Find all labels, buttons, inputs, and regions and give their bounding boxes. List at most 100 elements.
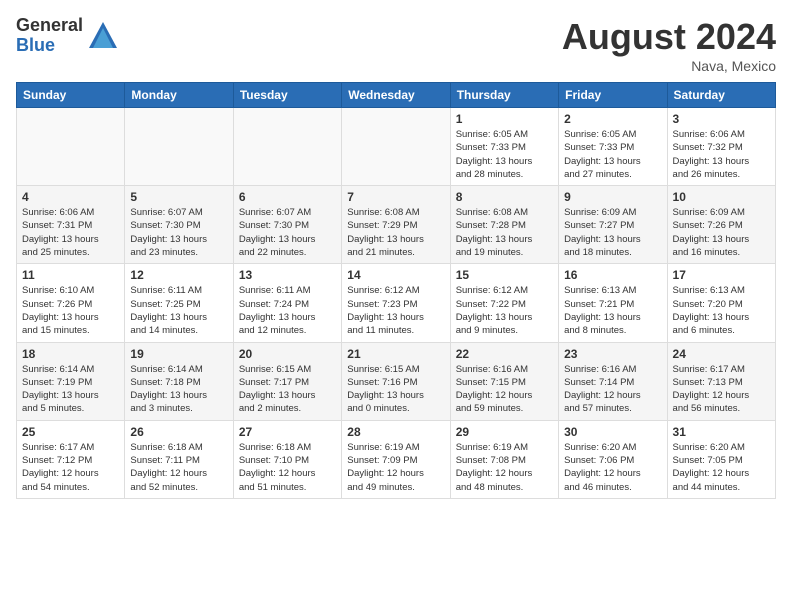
day-info: Sunrise: 6:18 AM Sunset: 7:11 PM Dayligh…: [130, 441, 227, 494]
day-info: Sunrise: 6:13 AM Sunset: 7:21 PM Dayligh…: [564, 284, 661, 337]
day-info: Sunrise: 6:07 AM Sunset: 7:30 PM Dayligh…: [130, 206, 227, 259]
calendar-day-cell: 20Sunrise: 6:15 AM Sunset: 7:17 PM Dayli…: [233, 342, 341, 420]
calendar-day-cell: 2 Sunrise: 6:05 AM Sunset: 7:33 PM Daylig…: [559, 108, 667, 186]
calendar-day-cell: 15 Sunrise: 6:12 AM Sunset: 7:22 PM Dayli…: [450, 264, 558, 342]
logo-blue: Blue: [16, 36, 83, 56]
day-info: Sunrise: 6:06 AM Sunset: 7:31 PM Dayligh…: [22, 206, 119, 259]
calendar-day-cell: [125, 108, 233, 186]
day-info: Sunrise: 6:14 AM Sunset: 7:19 PM Dayligh…: [22, 363, 119, 416]
weekday-header: Friday: [559, 83, 667, 108]
calendar-table: SundayMondayTuesdayWednesdayThursdayFrid…: [16, 82, 776, 499]
day-info: Sunrise: 6:19 AM Sunset: 7:08 PM Dayligh…: [456, 441, 553, 494]
day-number: 13: [239, 268, 336, 282]
day-info: Sunrise: 6:12 AM Sunset: 7:23 PM Dayligh…: [347, 284, 444, 337]
day-info: Sunrise: 6:11 AM Sunset: 7:24 PM Dayligh…: [239, 284, 336, 337]
calendar-day-cell: 27Sunrise: 6:18 AM Sunset: 7:10 PM Dayli…: [233, 420, 341, 498]
calendar-day-cell: 25Sunrise: 6:17 AM Sunset: 7:12 PM Dayli…: [17, 420, 125, 498]
day-number: 17: [673, 268, 770, 282]
calendar-day-cell: 13 Sunrise: 6:11 AM Sunset: 7:24 PM Dayli…: [233, 264, 341, 342]
weekday-header: Monday: [125, 83, 233, 108]
weekday-header: Thursday: [450, 83, 558, 108]
calendar-day-cell: 12 Sunrise: 6:11 AM Sunset: 7:25 PM Dayli…: [125, 264, 233, 342]
calendar-day-cell: 10 Sunrise: 6:09 AM Sunset: 7:26 PM Dayli…: [667, 186, 775, 264]
day-number: 23: [564, 347, 661, 361]
calendar-day-cell: 9 Sunrise: 6:09 AM Sunset: 7:27 PM Daylig…: [559, 186, 667, 264]
day-info: Sunrise: 6:16 AM Sunset: 7:14 PM Dayligh…: [564, 363, 661, 416]
calendar-week-row: 11 Sunrise: 6:10 AM Sunset: 7:26 PM Dayli…: [17, 264, 776, 342]
day-info: Sunrise: 6:20 AM Sunset: 7:06 PM Dayligh…: [564, 441, 661, 494]
calendar-week-row: 25Sunrise: 6:17 AM Sunset: 7:12 PM Dayli…: [17, 420, 776, 498]
day-number: 19: [130, 347, 227, 361]
day-info: Sunrise: 6:17 AM Sunset: 7:12 PM Dayligh…: [22, 441, 119, 494]
day-info: Sunrise: 6:09 AM Sunset: 7:27 PM Dayligh…: [564, 206, 661, 259]
day-info: Sunrise: 6:19 AM Sunset: 7:09 PM Dayligh…: [347, 441, 444, 494]
calendar-day-cell: 22Sunrise: 6:16 AM Sunset: 7:15 PM Dayli…: [450, 342, 558, 420]
calendar-day-cell: 19 Sunrise: 6:14 AM Sunset: 7:18 PM Dayli…: [125, 342, 233, 420]
calendar-day-cell: 7 Sunrise: 6:08 AM Sunset: 7:29 PM Daylig…: [342, 186, 450, 264]
day-number: 4: [22, 190, 119, 204]
weekday-header: Wednesday: [342, 83, 450, 108]
day-info: Sunrise: 6:08 AM Sunset: 7:29 PM Dayligh…: [347, 206, 444, 259]
calendar-week-row: 18 Sunrise: 6:14 AM Sunset: 7:19 PM Dayli…: [17, 342, 776, 420]
calendar-day-cell: 4 Sunrise: 6:06 AM Sunset: 7:31 PM Daylig…: [17, 186, 125, 264]
calendar-week-row: 4 Sunrise: 6:06 AM Sunset: 7:31 PM Daylig…: [17, 186, 776, 264]
day-info: Sunrise: 6:10 AM Sunset: 7:26 PM Dayligh…: [22, 284, 119, 337]
day-number: 3: [673, 112, 770, 126]
calendar-day-cell: 8 Sunrise: 6:08 AM Sunset: 7:28 PM Daylig…: [450, 186, 558, 264]
day-number: 15: [456, 268, 553, 282]
day-number: 18: [22, 347, 119, 361]
day-number: 12: [130, 268, 227, 282]
day-number: 16: [564, 268, 661, 282]
day-number: 31: [673, 425, 770, 439]
day-number: 11: [22, 268, 119, 282]
day-number: 6: [239, 190, 336, 204]
day-number: 21: [347, 347, 444, 361]
day-number: 29: [456, 425, 553, 439]
day-info: Sunrise: 6:12 AM Sunset: 7:22 PM Dayligh…: [456, 284, 553, 337]
title-area: August 2024 Nava, Mexico: [562, 16, 776, 74]
calendar-day-cell: 28 Sunrise: 6:19 AM Sunset: 7:09 PM Dayli…: [342, 420, 450, 498]
calendar-day-cell: 30 Sunrise: 6:20 AM Sunset: 7:06 PM Dayli…: [559, 420, 667, 498]
day-info: Sunrise: 6:06 AM Sunset: 7:32 PM Dayligh…: [673, 128, 770, 181]
day-number: 10: [673, 190, 770, 204]
calendar-day-cell: 6 Sunrise: 6:07 AM Sunset: 7:30 PM Daylig…: [233, 186, 341, 264]
calendar-header-row: SundayMondayTuesdayWednesdayThursdayFrid…: [17, 83, 776, 108]
day-number: 7: [347, 190, 444, 204]
calendar-day-cell: 5Sunrise: 6:07 AM Sunset: 7:30 PM Daylig…: [125, 186, 233, 264]
day-number: 2: [564, 112, 661, 126]
day-number: 24: [673, 347, 770, 361]
calendar-day-cell: 23 Sunrise: 6:16 AM Sunset: 7:14 PM Dayli…: [559, 342, 667, 420]
day-info: Sunrise: 6:05 AM Sunset: 7:33 PM Dayligh…: [564, 128, 661, 181]
day-info: Sunrise: 6:07 AM Sunset: 7:30 PM Dayligh…: [239, 206, 336, 259]
day-number: 9: [564, 190, 661, 204]
day-number: 30: [564, 425, 661, 439]
day-info: Sunrise: 6:11 AM Sunset: 7:25 PM Dayligh…: [130, 284, 227, 337]
calendar-day-cell: 21 Sunrise: 6:15 AM Sunset: 7:16 PM Dayli…: [342, 342, 450, 420]
calendar-day-cell: [342, 108, 450, 186]
calendar-day-cell: [233, 108, 341, 186]
calendar-day-cell: 1Sunrise: 6:05 AM Sunset: 7:33 PM Daylig…: [450, 108, 558, 186]
page-header: General Blue August 2024 Nava, Mexico: [16, 16, 776, 74]
logo-icon: [87, 20, 119, 52]
calendar-day-cell: 18 Sunrise: 6:14 AM Sunset: 7:19 PM Dayli…: [17, 342, 125, 420]
logo-general: General: [16, 16, 83, 36]
day-info: Sunrise: 6:15 AM Sunset: 7:16 PM Dayligh…: [347, 363, 444, 416]
day-number: 28: [347, 425, 444, 439]
month-year: August 2024: [562, 16, 776, 58]
day-number: 26: [130, 425, 227, 439]
day-info: Sunrise: 6:20 AM Sunset: 7:05 PM Dayligh…: [673, 441, 770, 494]
day-info: Sunrise: 6:09 AM Sunset: 7:26 PM Dayligh…: [673, 206, 770, 259]
day-number: 14: [347, 268, 444, 282]
day-number: 27: [239, 425, 336, 439]
calendar-day-cell: 17 Sunrise: 6:13 AM Sunset: 7:20 PM Dayli…: [667, 264, 775, 342]
day-info: Sunrise: 6:13 AM Sunset: 7:20 PM Dayligh…: [673, 284, 770, 337]
calendar-day-cell: 31 Sunrise: 6:20 AM Sunset: 7:05 PM Dayli…: [667, 420, 775, 498]
day-number: 1: [456, 112, 553, 126]
day-info: Sunrise: 6:16 AM Sunset: 7:15 PM Dayligh…: [456, 363, 553, 416]
weekday-header: Tuesday: [233, 83, 341, 108]
calendar-day-cell: 24Sunrise: 6:17 AM Sunset: 7:13 PM Dayli…: [667, 342, 775, 420]
day-info: Sunrise: 6:14 AM Sunset: 7:18 PM Dayligh…: [130, 363, 227, 416]
day-number: 8: [456, 190, 553, 204]
day-info: Sunrise: 6:08 AM Sunset: 7:28 PM Dayligh…: [456, 206, 553, 259]
calendar-day-cell: 14 Sunrise: 6:12 AM Sunset: 7:23 PM Dayli…: [342, 264, 450, 342]
